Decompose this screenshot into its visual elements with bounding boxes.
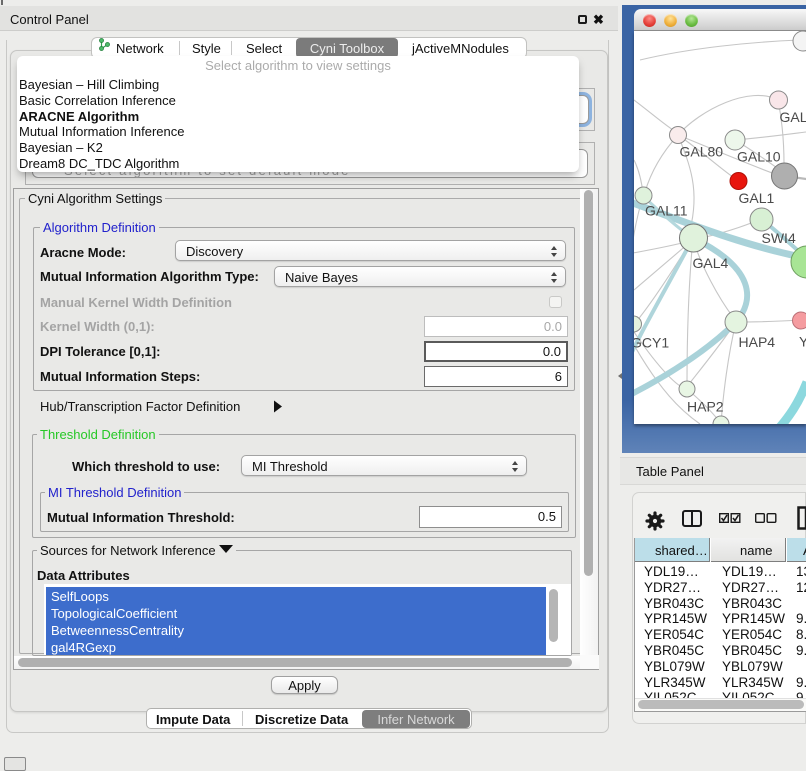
svg-text:HAP4: HAP4 [739,334,776,350]
svg-text:GAL80: GAL80 [680,144,724,160]
svg-text:GAL10: GAL10 [737,149,781,165]
svg-text:Y: Y [799,334,806,350]
svg-text:GAL1: GAL1 [739,190,775,206]
svg-text:GAL: GAL [780,109,806,125]
svg-text:HAP2: HAP2 [687,399,724,415]
svg-text:GAL4: GAL4 [693,255,729,271]
svg-text:GCY1: GCY1 [634,335,669,351]
svg-text:GAL11: GAL11 [645,202,688,218]
svg-text:SWI4: SWI4 [762,230,796,246]
